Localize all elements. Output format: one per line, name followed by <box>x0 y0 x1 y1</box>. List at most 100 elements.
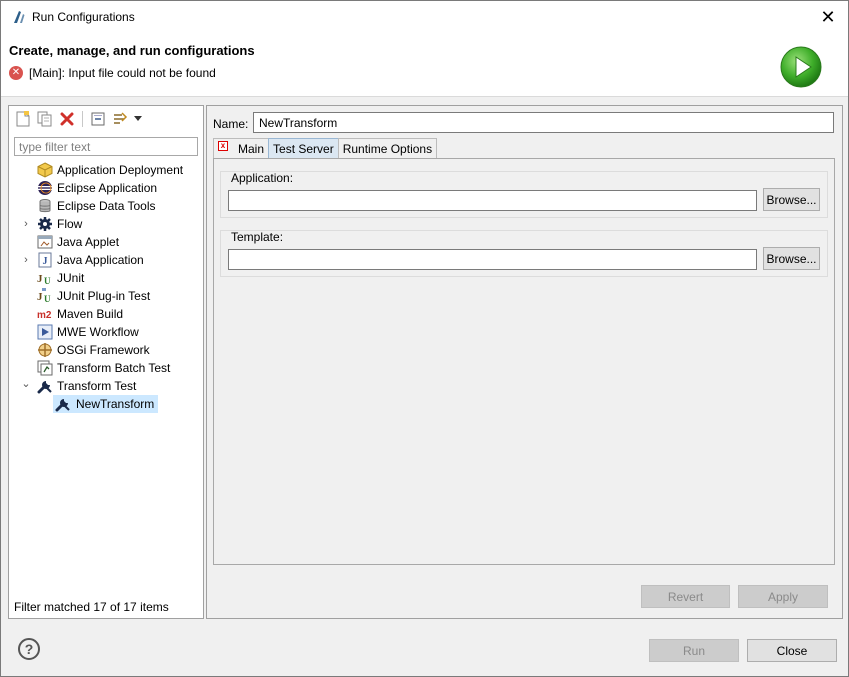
toolbar-separator <box>82 110 83 127</box>
svg-text:J: J <box>43 256 48 267</box>
batch-test-icon <box>37 360 53 376</box>
tree-item-newtransform[interactable]: NewTransform <box>9 395 203 413</box>
database-icon <box>37 198 53 214</box>
dialog-header: Create, manage, and run configurations ✕… <box>1 33 848 97</box>
duplicate-icon <box>37 111 52 126</box>
tree-item-junit-plugin-test[interactable]: JU JUnit Plug-in Test <box>9 287 203 305</box>
config-toolbar <box>9 106 203 132</box>
new-configuration-button[interactable] <box>13 109 33 129</box>
tree-item-transform-batch-test[interactable]: Transform Batch Test <box>9 359 203 377</box>
tree-item-label: JUnit <box>57 271 85 285</box>
name-label: Name: <box>213 117 249 131</box>
tree-item-transform-test[interactable]: ⌄ Transform Test <box>9 377 203 395</box>
tab-error-icon: x <box>218 141 228 151</box>
window-title: Run Configurations <box>32 10 135 24</box>
error-message-row: ✕ [Main]: Input file could not be found <box>9 66 216 80</box>
tab-main[interactable]: x Main <box>213 138 270 159</box>
configuration-editor-panel: Name: x Main Test Server Runtime Options… <box>206 105 843 619</box>
duplicate-configuration-button[interactable] <box>35 109 55 129</box>
tree-item-label: Transform Batch Test <box>57 361 171 375</box>
dropdown-arrow-icon <box>134 115 142 121</box>
error-icon: ✕ <box>9 66 23 80</box>
collapse-chevron-icon[interactable]: ⌄ <box>20 377 32 390</box>
tab-strip: x Main Test Server Runtime Options <box>213 138 438 159</box>
eclipse-icon <box>37 180 53 196</box>
application-group: Application: Browse... <box>220 171 828 218</box>
tree-item-label: Flow <box>57 217 83 231</box>
svg-text:U: U <box>44 294 51 304</box>
template-input[interactable] <box>228 249 757 270</box>
tab-content: Application: Browse... Template: Browse.… <box>213 158 835 565</box>
close-icon: ✕ <box>820 6 836 27</box>
eclipse-launch-icon <box>14 11 25 23</box>
wrench-icon <box>55 396 71 412</box>
tree-item-eclipse-application[interactable]: Eclipse Application <box>9 179 203 197</box>
template-browse-button[interactable]: Browse... <box>763 247 820 270</box>
window-close-button[interactable]: ✕ <box>814 3 842 31</box>
configuration-tree: Application Deployment Eclipse Applicati… <box>9 161 203 413</box>
tree-item-label: NewTransform <box>76 397 155 411</box>
config-tabs: x Main Test Server Runtime Options Appli… <box>213 138 835 565</box>
tree-item-label: OSGi Framework <box>57 343 150 357</box>
collapse-all-button[interactable] <box>88 109 108 129</box>
dialog-heading: Create, manage, and run configurations <box>9 43 255 58</box>
tree-item-application-deployment[interactable]: Application Deployment <box>9 161 203 179</box>
tree-item-label: MWE Workflow <box>57 325 139 339</box>
expand-chevron-icon[interactable]: › <box>20 254 32 266</box>
filter-input[interactable] <box>14 137 198 156</box>
tree-item-mwe-workflow[interactable]: MWE Workflow <box>9 323 203 341</box>
svg-text:J: J <box>37 273 43 285</box>
application-label: Application: <box>231 171 294 185</box>
applet-icon <box>37 234 53 250</box>
tree-item-label: Java Application <box>57 253 144 267</box>
run-banner-icon <box>780 46 822 88</box>
application-input[interactable] <box>228 190 757 211</box>
maven-icon: m2 <box>37 306 53 322</box>
template-label: Template: <box>231 230 284 244</box>
tab-runtime-options[interactable]: Runtime Options <box>337 138 438 159</box>
tree-item-label: Transform Test <box>57 379 137 393</box>
tree-item-flow[interactable]: › Flow <box>9 215 203 233</box>
close-button[interactable]: Close <box>747 639 837 662</box>
tree-item-maven-build[interactable]: m2 Maven Build <box>9 305 203 323</box>
tree-item-java-applet[interactable]: Java Applet <box>9 233 203 251</box>
filter-menu-dropdown[interactable] <box>132 109 144 129</box>
tree-item-osgi-framework[interactable]: OSGi Framework <box>9 341 203 359</box>
tab-test-server[interactable]: Test Server <box>268 138 339 159</box>
configuration-list-panel: Application Deployment Eclipse Applicati… <box>8 105 204 619</box>
run-configurations-dialog: Run Configurations ✕ Create, manage, and… <box>0 0 849 677</box>
mwe-workflow-icon <box>37 324 53 340</box>
delete-icon <box>60 112 74 125</box>
expand-chevron-icon[interactable]: › <box>20 218 32 230</box>
template-group: Template: Browse... <box>220 230 828 277</box>
application-browse-button[interactable]: Browse... <box>763 188 820 211</box>
help-icon[interactable]: ? <box>18 638 40 660</box>
filter-configurations-button[interactable] <box>110 109 130 129</box>
tree-item-label: Eclipse Data Tools <box>57 199 156 213</box>
apply-button[interactable]: Apply <box>738 585 828 608</box>
svg-text:m2: m2 <box>37 310 52 321</box>
tab-label: Main <box>238 142 265 156</box>
osgi-icon <box>37 342 53 358</box>
new-document-icon <box>16 110 30 126</box>
tree-item-eclipse-data-tools[interactable]: Eclipse Data Tools <box>9 197 203 215</box>
svg-text:J: J <box>37 291 43 303</box>
gear-icon <box>37 216 53 232</box>
error-message: [Main]: Input file could not be found <box>29 66 216 80</box>
title-bar: Run Configurations ✕ <box>1 1 848 33</box>
tree-item-label: Eclipse Application <box>57 181 158 195</box>
tree-item-label: Java Applet <box>57 235 120 249</box>
tree-item-label: JUnit Plug-in Test <box>57 289 151 303</box>
tree-item-junit[interactable]: JU JUnit <box>9 269 203 287</box>
tree-item-label: Application Deployment <box>57 163 184 177</box>
java-app-icon: J <box>37 252 53 268</box>
tree-item-java-application[interactable]: › J Java Application <box>9 251 203 269</box>
wrench-icon <box>37 378 53 394</box>
svg-text:U: U <box>44 276 51 286</box>
name-input[interactable] <box>253 112 834 133</box>
revert-button[interactable]: Revert <box>641 585 730 608</box>
deployment-icon <box>37 162 53 178</box>
collapse-all-icon <box>91 112 105 125</box>
run-button[interactable]: Run <box>649 639 739 662</box>
delete-configuration-button[interactable] <box>57 109 77 129</box>
